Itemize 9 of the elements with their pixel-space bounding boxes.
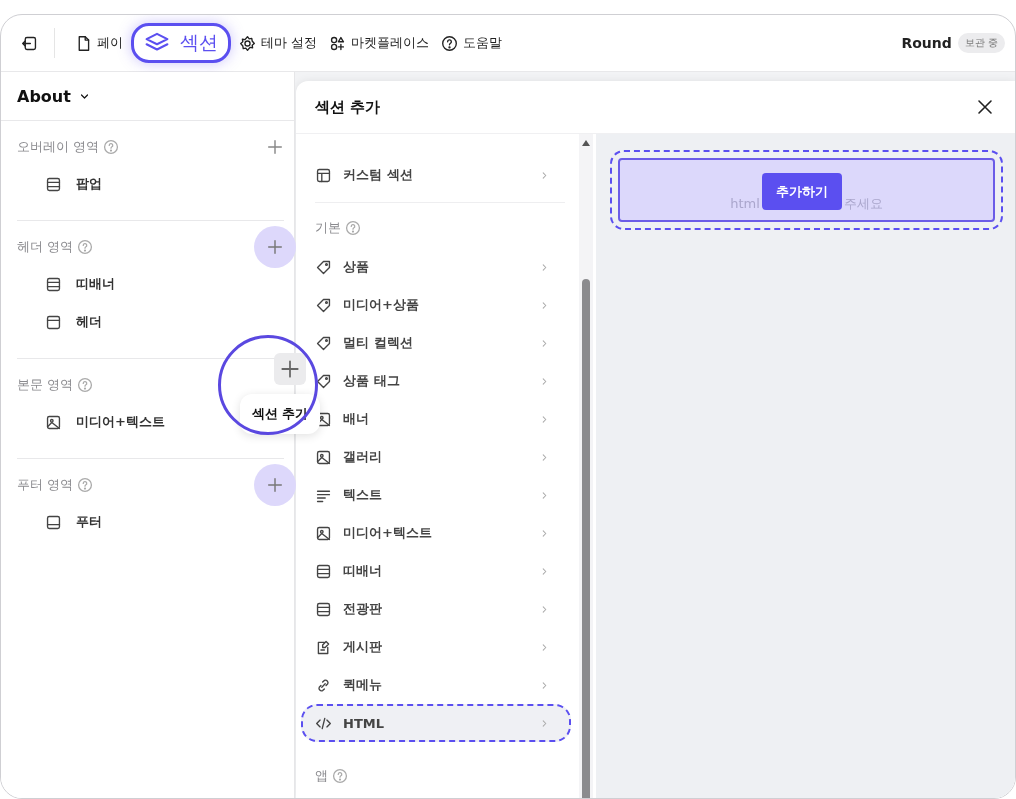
dialog-title: 섹션 추가: [315, 97, 381, 117]
group-title: 기본: [315, 219, 341, 237]
status-badge: 보관 중: [957, 33, 1005, 53]
group-title: 오버레이 영역: [17, 138, 100, 156]
store-name: Round: [901, 35, 952, 51]
group-title: 헤더 영역: [17, 238, 74, 256]
group-title: 본문 영역: [17, 376, 74, 394]
group-title: 푸터 영역: [17, 476, 74, 494]
group-title: 앱: [315, 767, 328, 785]
